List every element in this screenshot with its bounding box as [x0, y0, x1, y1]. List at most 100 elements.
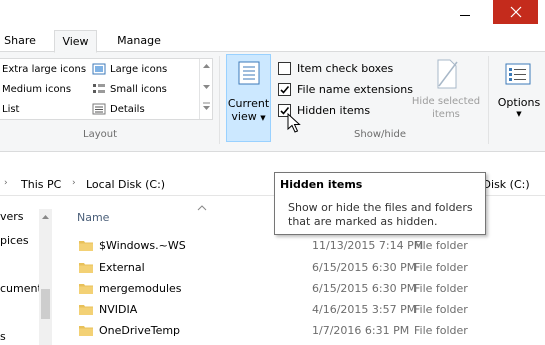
layout-large-icons[interactable]: Large icons: [92, 61, 167, 79]
file-type: File folder: [414, 282, 468, 295]
table-row[interactable]: mergemodules 6/15/2015 6:30 PM File fold…: [62, 279, 545, 299]
minimize-icon: [460, 15, 470, 16]
mouse-cursor-icon: [287, 113, 301, 133]
breadcrumb-local-disk[interactable]: Local Disk (C:): [86, 178, 165, 191]
nav-scrollbar[interactable]: [39, 209, 52, 345]
layout-details[interactable]: Details: [92, 101, 145, 119]
current-view-label-2-text: view: [231, 110, 257, 123]
file-name: OneDriveTemp: [99, 324, 181, 337]
close-icon: [510, 6, 522, 18]
layout-small-icons[interactable]: Small icons: [92, 81, 167, 99]
layout-group-label: Layout: [83, 129, 117, 140]
details-icon: [92, 103, 106, 115]
tab-view[interactable]: View: [54, 30, 97, 53]
ribbon-separator: [219, 56, 220, 144]
tooltip-title: Hidden items: [280, 178, 363, 191]
tab-manage[interactable]: Manage: [106, 30, 172, 53]
tab-view-label: View: [62, 35, 89, 48]
hide-selected-label-2: items: [432, 109, 460, 120]
folder-icon: [79, 284, 93, 294]
tooltip-line-2: that are marked as hidden.: [288, 215, 438, 228]
table-row[interactable]: External 6/15/2015 6:30 PM File folder: [62, 258, 545, 278]
layout-medium-icons[interactable]: Medium icons: [2, 81, 71, 99]
folder-icon: [79, 305, 93, 315]
options-icon: [505, 63, 531, 85]
layout-extra-large-icons[interactable]: Extra large icons: [2, 61, 86, 79]
title-bar: [0, 0, 545, 30]
file-date: 6/15/2015 6:30 PM: [312, 282, 417, 295]
file-name-extensions-label: File name extensions: [297, 83, 413, 96]
file-date: 11/13/2015 7:14 PM: [312, 239, 424, 252]
nav-item[interactable]: vers: [0, 210, 24, 223]
hide-selected-items-button[interactable]: Hide selected items: [409, 56, 483, 126]
check-icon: [280, 85, 290, 94]
small-icons-icon: [93, 84, 105, 93]
toolbar-gap: [0, 152, 545, 174]
table-row[interactable]: $Windows.~WS 11/13/2015 7:14 PM File fol…: [62, 236, 545, 256]
large-icons-icon: [92, 63, 106, 75]
scroll-thumb[interactable]: [41, 289, 50, 319]
layout-gallery: Extra large icons Large icons Medium ico…: [0, 58, 213, 120]
file-type: File folder: [414, 261, 468, 274]
gallery-scroll[interactable]: [199, 59, 212, 119]
chevron-right-icon: ›: [4, 178, 8, 188]
nav-item[interactable]: pices: [0, 234, 29, 247]
hide-selected-icon: [437, 59, 458, 89]
ribbon-separator: [488, 56, 489, 144]
layout-list[interactable]: List: [2, 101, 19, 119]
layout-medium-icons-label: Medium icons: [2, 84, 72, 95]
layout-small-icons-label: Small icons: [110, 84, 167, 95]
file-name: External: [99, 261, 145, 274]
current-view-icon: [238, 61, 260, 85]
layout-large-icons-label: Large icons: [110, 64, 168, 75]
layout-details-label: Details: [110, 104, 145, 115]
show-hide-group-label: Show/hide: [354, 129, 406, 140]
options-label: Options: [497, 96, 541, 109]
hidden-items-label: Hidden items: [297, 104, 371, 117]
sort-up-icon: [197, 205, 207, 211]
tooltip-line-1: Show or hide the files and folders: [288, 201, 473, 214]
close-button[interactable]: [493, 0, 538, 24]
file-date: 1/7/2016 6:31 PM: [312, 324, 410, 337]
chevron-up-icon: [203, 64, 210, 110]
current-view-label-1: Current: [227, 97, 270, 110]
chevron-up-icon: [42, 215, 49, 219]
tab-share-label: Share: [4, 34, 36, 47]
ribbon: Extra large icons Large icons Medium ico…: [0, 52, 545, 152]
current-view-button[interactable]: Current view ▼: [226, 54, 271, 142]
folder-icon: [79, 263, 93, 273]
column-header-name[interactable]: Name: [77, 211, 277, 227]
file-type: File folder: [414, 303, 468, 316]
chevron-down-icon: ▼: [260, 114, 266, 122]
folder-icon: [79, 241, 93, 251]
chevron-right-icon: ›: [72, 178, 76, 188]
chevron-down-icon: ▼: [516, 110, 522, 118]
file-name: mergemodules: [99, 282, 182, 295]
nav-item[interactable]: cument: [0, 282, 42, 295]
file-date: 6/15/2015 6:30 PM: [312, 261, 417, 274]
layout-list-label: List: [2, 104, 20, 115]
table-row[interactable]: NVIDIA 4/16/2015 3:57 PM File folder: [62, 300, 545, 320]
item-check-boxes-label: Item check boxes: [297, 62, 394, 75]
file-type: File folder: [414, 324, 468, 337]
breadcrumb-this-pc[interactable]: This PC: [21, 178, 61, 191]
hide-selected-label-1: Hide selected: [411, 96, 481, 107]
tab-share[interactable]: Share: [0, 30, 40, 53]
item-check-boxes-checkbox[interactable]: [278, 62, 291, 75]
tab-manage-label: Manage: [117, 34, 161, 47]
folder-icon: [79, 326, 93, 336]
options-button[interactable]: Options ▼: [493, 56, 545, 128]
ribbon-tabs: Share View Manage: [0, 30, 545, 53]
layout-extra-large-icons-label: Extra large icons: [2, 64, 87, 75]
file-name: NVIDIA: [99, 303, 138, 316]
hidden-items-tooltip: Hidden items Show or hide the files and …: [274, 172, 486, 235]
file-name: $Windows.~WS: [99, 239, 186, 252]
table-row[interactable]: OneDriveTemp 1/7/2016 6:31 PM File folde…: [62, 321, 545, 341]
file-name-extensions-checkbox[interactable]: [278, 83, 291, 96]
column-name-label: Name: [77, 211, 110, 224]
minimize-button[interactable]: [446, 0, 486, 30]
file-type: File folder: [414, 239, 468, 252]
nav-item[interactable]: s: [0, 330, 6, 343]
current-view-label-2: view ▼: [227, 110, 270, 123]
file-date: 4/16/2015 3:57 PM: [312, 303, 417, 316]
